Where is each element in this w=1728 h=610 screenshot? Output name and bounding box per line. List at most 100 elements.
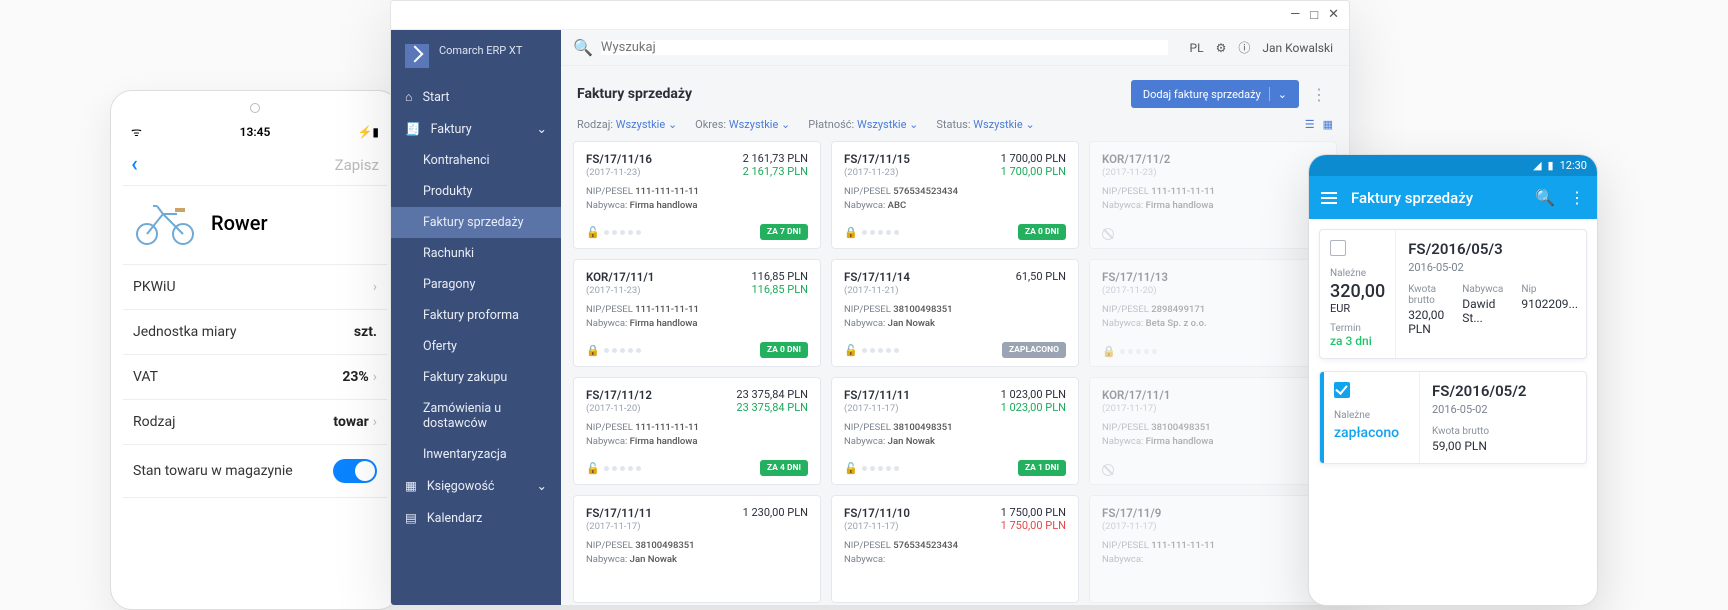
invoice-card[interactable]: FS/17/11/11 (2017-11-17) 1 023,00 PLN 1 …	[831, 377, 1079, 485]
home-icon: ⌂	[405, 90, 413, 105]
invoice-card[interactable]: KOR/17/11/1 (2017-11-23) 116,85 PLN 116,…	[573, 259, 821, 367]
search-input[interactable]	[601, 40, 1168, 55]
chevron-right-icon: ›	[373, 369, 377, 385]
tablet-camera	[250, 103, 260, 113]
nav-faktury[interactable]: 🧾Faktury ⌄	[391, 113, 561, 145]
invoice-card[interactable]: FS/17/11/9 (2017-11-17) NIP/PESEL 111-11…	[1089, 495, 1337, 603]
checkbox[interactable]	[1330, 240, 1346, 256]
filter-rodzaj[interactable]: Wszystkie	[616, 118, 665, 131]
invoice-card[interactable]: FS/17/11/14 (2017-11-21) 61,50 PLN NIP/P…	[831, 259, 1079, 367]
nav-ksiegowosc[interactable]: ▦Księgowość ⌄	[391, 470, 561, 502]
nip-value: 111-111-11-11	[1151, 540, 1215, 551]
invoice-card[interactable]: FS/17/11/11 (2017-11-17) 1 230,00 PLN NI…	[573, 495, 821, 603]
view-grid-icon[interactable]: ▦	[1323, 118, 1333, 131]
buyer-value: Jan Nowak	[630, 554, 677, 565]
invoice-card[interactable]: FS/17/11/13 (2017-11-20) NIP/PESEL 28984…	[1089, 259, 1337, 367]
hamburger-icon[interactable]	[1321, 192, 1337, 204]
invoice-card[interactable]: KOR/17/11/2 (2017-11-23) NIP/PESEL 111-1…	[1089, 141, 1337, 249]
invoice-card[interactable]: KOR/17/11/1 (2017-11-17) NIP/PESEL 38100…	[1089, 377, 1337, 485]
nav-zakupu[interactable]: Faktury zakupu	[391, 362, 561, 393]
back-button[interactable]: ‹	[131, 152, 138, 177]
window-maximize[interactable]: □	[1310, 7, 1318, 23]
doc-date: (2017-11-17)	[1102, 521, 1161, 532]
nav-kontrahenci[interactable]: Kontrahenci	[391, 145, 561, 176]
gear-icon[interactable]: ⚙	[1216, 41, 1227, 55]
nip-value: 111-111-11-11	[635, 422, 699, 433]
phone-invoice-card[interactable]: Należne 320,00 EUR Terminza 3 dni FS/201…	[1319, 229, 1587, 359]
nip-value: 576534523434	[893, 186, 958, 197]
phone-device: ◢ ▮ 12:30 Faktury sprzedaży 🔍 ⋮ Należne …	[1308, 154, 1598, 606]
amount-due: 2 161,73 PLN	[743, 165, 808, 178]
nav-faktury-sprzedazy[interactable]: Faktury sprzedaży	[391, 207, 561, 238]
amount-gross: 1 023,00 PLN	[1001, 388, 1066, 401]
lock-icon: 🔓	[844, 462, 858, 475]
nav-oferty[interactable]: Oferty	[391, 331, 561, 362]
user-name[interactable]: Jan Kowalski	[1262, 41, 1333, 55]
chevron-right-icon: ›	[373, 279, 377, 295]
invoice-card[interactable]: FS/17/11/10 (2017-11-17) 1 750,00 PLN 1 …	[831, 495, 1079, 603]
amount-gross: 1 230,00 PLN	[743, 506, 808, 519]
search-icon: 🔍	[573, 38, 593, 57]
phone-invoice-list: Należne 320,00 EUR Terminza 3 dni FS/201…	[1309, 219, 1597, 486]
stock-toggle[interactable]	[333, 459, 377, 483]
save-button[interactable]: Zapisz	[335, 156, 379, 174]
more-icon[interactable]: ⋮	[1569, 188, 1585, 207]
checkbox[interactable]	[1334, 382, 1350, 398]
info-icon[interactable]: ⓘ	[1238, 39, 1250, 56]
search-icon[interactable]: 🔍	[1535, 188, 1555, 207]
nav-kalendarz[interactable]: ▤ Kalendarz	[391, 502, 561, 534]
add-invoice-button[interactable]: Dodaj fakturę sprzedaży ⌄	[1131, 80, 1299, 108]
gross-value: 59,00 PLN	[1432, 439, 1489, 453]
buyer-value: ABC	[888, 200, 907, 211]
buyer-value: Jan Nowak	[888, 436, 935, 447]
nav-zamowienia[interactable]: Zamówienia u dostawców	[391, 393, 561, 439]
doc-date: 2016-05-02	[1432, 403, 1574, 416]
nav-proforma[interactable]: Faktury proforma	[391, 300, 561, 331]
invoice-card[interactable]: FS/17/11/12 (2017-11-20) 23 375,84 PLN 2…	[573, 377, 821, 485]
amount-gross: 61,50 PLN	[1016, 270, 1066, 283]
invoice-card[interactable]: FS/17/11/15 (2017-11-23) 1 700,00 PLN 1 …	[831, 141, 1079, 249]
doc-number: KOR/17/11/2	[1102, 152, 1170, 166]
invoice-card[interactable]: FS/17/11/16 (2017-11-23) 2 161,73 PLN 2 …	[573, 141, 821, 249]
buyer-value: Firma handlowa	[630, 436, 698, 447]
amount-gross: 2 161,73 PLN	[743, 152, 808, 165]
window-close[interactable]: ✕	[1328, 7, 1339, 23]
doc-date: (2017-11-17)	[1102, 403, 1170, 414]
field-vat[interactable]: VAT 23%›	[123, 355, 387, 400]
status-badge: ZA 1 DNI	[1018, 460, 1066, 476]
tablet-device: ᯤ 13:45 ⚡▮ ‹ Zapisz Rower PKWiU › Jednos…	[110, 90, 400, 610]
nav-inwentaryzacja[interactable]: Inwentaryzacja	[391, 439, 561, 470]
filter-platnosc[interactable]: Wszystkie	[857, 118, 906, 131]
status-badge: ZA 0 DNI	[1018, 224, 1066, 240]
doc-number: FS/17/11/12	[586, 388, 652, 402]
window-minimize[interactable]: —	[1290, 7, 1300, 23]
nav-paragony[interactable]: Paragony	[391, 269, 561, 300]
doc-date: (2017-11-17)	[844, 521, 910, 532]
filter-okres[interactable]: Wszystkie	[729, 118, 778, 131]
page-title: Faktury sprzedaży	[577, 86, 692, 102]
field-pkwiu[interactable]: PKWiU ›	[123, 265, 387, 310]
nip-value: 2898499171	[1151, 304, 1205, 315]
nav-produkty[interactable]: Produkty	[391, 176, 561, 207]
lock-icon: 🔓	[844, 344, 858, 357]
signal-icon: ◢	[1533, 159, 1541, 172]
filter-status[interactable]: Wszystkie	[973, 118, 1022, 131]
field-unit[interactable]: Jednostka miary szt.	[123, 310, 387, 355]
sidebar: Comarch ERP XT ⌂ Start 🧾Faktury ⌄ Kontra…	[391, 30, 561, 605]
view-list-icon[interactable]: ☰	[1305, 118, 1315, 131]
chevron-right-icon: ›	[373, 414, 377, 430]
battery-icon: ▮	[1548, 159, 1554, 172]
more-menu[interactable]: ⋮	[1305, 85, 1333, 104]
nav-rachunki[interactable]: Rachunki	[391, 238, 561, 269]
language-switch[interactable]: PL	[1190, 41, 1204, 55]
doc-date: (2017-11-17)	[586, 521, 652, 532]
phone-invoice-card[interactable]: Należne zapłacono FS/2016/05/2 2016-05-0…	[1319, 371, 1587, 464]
field-stock: Stan towaru w magazynie	[123, 445, 387, 498]
phone-app-bar: Faktury sprzedaży 🔍 ⋮	[1309, 176, 1597, 219]
product-image	[133, 200, 197, 246]
doc-date: (2017-11-20)	[586, 403, 652, 414]
field-kind[interactable]: Rodzaj towar›	[123, 400, 387, 445]
doc-number: FS/17/11/16	[586, 152, 652, 166]
status-badge: ZA 4 DNI	[760, 460, 808, 476]
nav-start[interactable]: ⌂ Start	[391, 82, 561, 113]
